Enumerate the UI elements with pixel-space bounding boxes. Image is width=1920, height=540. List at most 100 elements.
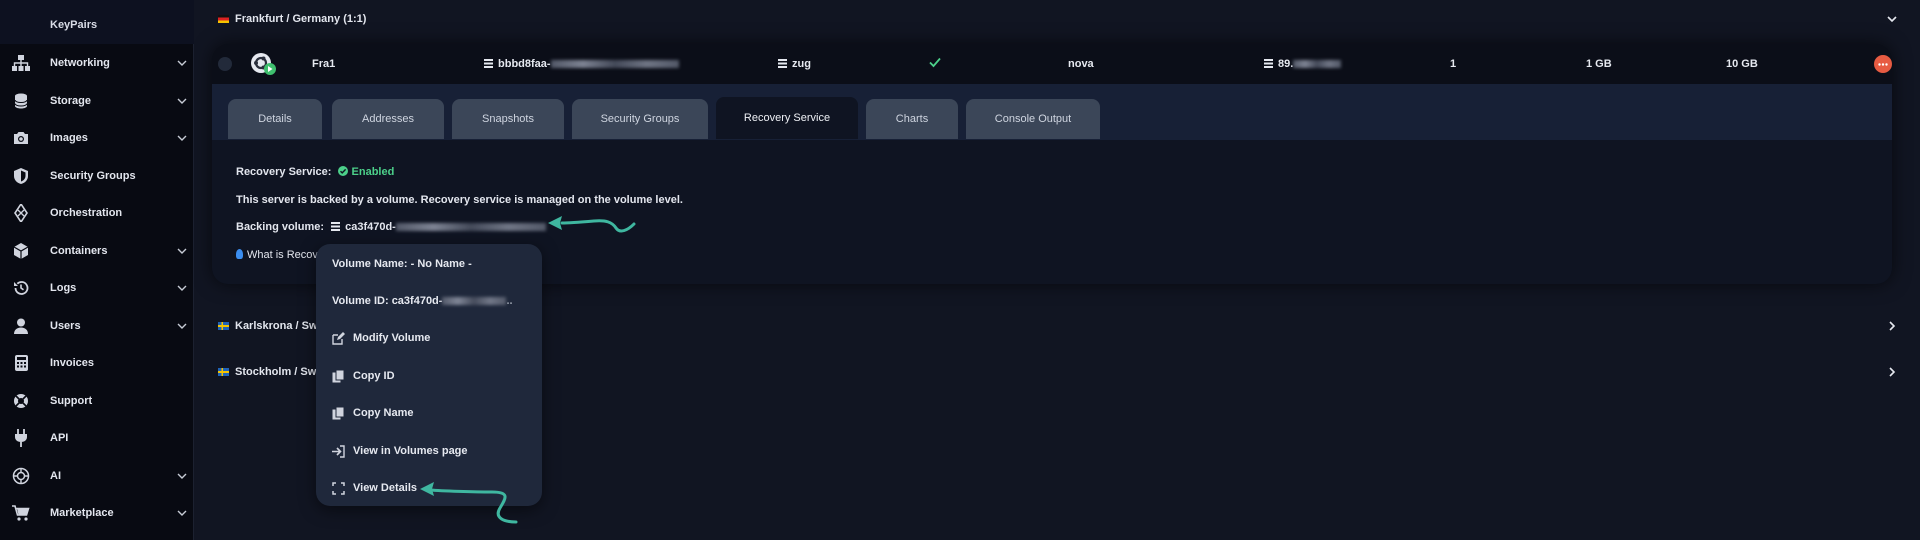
sidebar-item-support[interactable]: Support bbox=[0, 384, 194, 418]
copy-name-item[interactable]: Copy Name bbox=[332, 403, 414, 423]
sidebar-item-label: Marketplace bbox=[50, 507, 114, 519]
table-icon bbox=[331, 222, 341, 231]
shield-icon bbox=[12, 167, 30, 185]
sidebar-item-label: Storage bbox=[50, 95, 91, 107]
what-is-recovery-link[interactable]: What is Recov bbox=[236, 249, 318, 261]
select-checkbox[interactable] bbox=[218, 57, 232, 71]
table-icon bbox=[778, 59, 787, 68]
chevron-down-icon bbox=[177, 135, 187, 141]
sweden-flag-icon bbox=[218, 322, 229, 330]
view-in-volumes-page-item[interactable]: View in Volumes page bbox=[332, 441, 468, 461]
check-circle-icon bbox=[338, 166, 349, 176]
sidebar-item-images[interactable]: Images bbox=[0, 121, 194, 155]
recovery-status-line: Recovery Service: Enabled bbox=[236, 166, 395, 178]
cart-icon bbox=[12, 504, 30, 522]
sidebar-item-label: Containers bbox=[50, 245, 108, 257]
server-row[interactable]: Fra1 bbbd8faa- zug nova 89. 1 1 GB 10 GB bbox=[212, 44, 1892, 84]
chevron-right-icon[interactable] bbox=[1886, 320, 1898, 332]
tab-security-groups[interactable]: Security Groups bbox=[572, 99, 708, 139]
chevron-down-icon[interactable] bbox=[1886, 13, 1898, 25]
view-details-item[interactable]: View Details bbox=[332, 478, 417, 498]
sidebar-item-marketplace[interactable]: Marketplace bbox=[0, 496, 194, 530]
lightbulb-icon bbox=[236, 249, 243, 259]
backing-volume-line: Backing volume: ca3f470d- bbox=[236, 221, 546, 233]
ellipsis-icon bbox=[1878, 62, 1888, 66]
sidebar-item-users[interactable]: Users bbox=[0, 309, 194, 343]
copy-icon bbox=[332, 369, 345, 383]
sidebar-item-label: API bbox=[50, 432, 69, 444]
copy-icon bbox=[332, 406, 345, 420]
sidebar-item-label: Users bbox=[50, 320, 81, 332]
check-icon bbox=[929, 56, 941, 71]
chevron-down-icon bbox=[177, 323, 187, 329]
sidebar-item-label: Images bbox=[50, 132, 88, 144]
server-project[interactable]: zug bbox=[778, 58, 811, 70]
sidebar-item-ai[interactable]: AI bbox=[0, 459, 194, 493]
chevron-down-icon bbox=[177, 248, 187, 254]
user-icon bbox=[12, 317, 30, 335]
sidebar-item-security-groups[interactable]: Security Groups bbox=[0, 159, 194, 193]
sidebar-item-label: Invoices bbox=[50, 357, 95, 369]
volume-context-menu: Volume Name: - No Name - Volume ID: ca3f… bbox=[316, 244, 542, 506]
sign-in-icon bbox=[332, 444, 345, 458]
tab-snapshots[interactable]: Snapshots bbox=[452, 99, 564, 139]
table-icon bbox=[1264, 59, 1273, 68]
sidebar-item-label: KeyPairs bbox=[50, 19, 98, 31]
region-name: Frankfurt / Germany (1:1) bbox=[235, 13, 367, 25]
sidebar-item-api[interactable]: API bbox=[0, 421, 194, 455]
server-hypervisor: nova bbox=[1068, 58, 1094, 70]
history-icon bbox=[12, 279, 30, 297]
orchestration-icon bbox=[12, 204, 30, 222]
camera-icon bbox=[12, 129, 30, 147]
sidebar-item-containers[interactable]: Containers bbox=[0, 234, 194, 268]
sweden-flag-icon bbox=[218, 368, 229, 376]
plug-icon bbox=[12, 429, 30, 447]
recovery-note: This server is backed by a volume. Recov… bbox=[236, 194, 683, 206]
server-id[interactable]: bbbd8faa- bbox=[484, 58, 679, 70]
sidebar-item-label: AI bbox=[50, 470, 61, 482]
chevron-down-icon bbox=[177, 60, 187, 66]
region-row-frankfurt[interactable]: Frankfurt / Germany (1:1) bbox=[218, 5, 1898, 33]
table-icon bbox=[484, 59, 493, 68]
tab-details[interactable]: Details bbox=[228, 99, 322, 139]
copy-id-item[interactable]: Copy ID bbox=[332, 366, 395, 386]
more-actions-button[interactable] bbox=[1874, 55, 1892, 73]
tab-addresses[interactable]: Addresses bbox=[332, 99, 444, 139]
ai-icon bbox=[12, 467, 30, 485]
chevron-right-icon[interactable] bbox=[1886, 366, 1898, 378]
sidebar-item-logs[interactable]: Logs bbox=[0, 271, 194, 305]
tab-recovery-service[interactable]: Recovery Service bbox=[716, 97, 858, 139]
server-ip[interactable]: 89. bbox=[1264, 58, 1342, 70]
chevron-down-icon bbox=[177, 473, 187, 479]
backing-volume-id[interactable]: ca3f470d- bbox=[331, 221, 546, 233]
tab-console-output[interactable]: Console Output bbox=[966, 99, 1100, 139]
sidebar-item-label: Logs bbox=[50, 282, 77, 294]
sidebar-item-storage[interactable]: Storage bbox=[0, 84, 194, 118]
server-ram: 1 GB bbox=[1586, 58, 1612, 70]
server-name: Fra1 bbox=[312, 58, 336, 70]
sidebar-item-label: Networking bbox=[50, 57, 110, 69]
database-icon bbox=[12, 92, 30, 110]
annotation-arrow-view-details bbox=[420, 482, 518, 524]
region-name: Stockholm / Sw bbox=[235, 366, 317, 378]
cube-icon bbox=[12, 242, 30, 260]
sidebar: KeyPairs Networking Storage Images Secur… bbox=[0, 0, 194, 540]
chevron-down-icon bbox=[177, 98, 187, 104]
sidebar-item-label: Support bbox=[50, 395, 93, 407]
sidebar-item-label: Orchestration bbox=[50, 207, 123, 219]
menu-volume-id: Volume ID: ca3f470d-.. bbox=[332, 295, 513, 307]
sidebar-item-orchestration[interactable]: Orchestration bbox=[0, 196, 194, 230]
menu-volume-name: Volume Name: - No Name - bbox=[332, 258, 472, 270]
calculator-icon bbox=[12, 354, 30, 372]
chevron-down-icon bbox=[177, 285, 187, 291]
annotation-arrow-volume bbox=[548, 216, 636, 233]
modify-volume-item[interactable]: Modify Volume bbox=[332, 328, 430, 348]
sidebar-item-label: Security Groups bbox=[50, 170, 136, 182]
sidebar-item-networking[interactable]: Networking bbox=[0, 46, 194, 80]
tab-charts[interactable]: Charts bbox=[866, 99, 958, 139]
ubuntu-os-icon bbox=[250, 52, 278, 76]
sidebar-item-keypairs[interactable]: KeyPairs bbox=[0, 0, 194, 44]
server-vcpus: 1 bbox=[1450, 58, 1457, 70]
sidebar-item-invoices[interactable]: Invoices bbox=[0, 346, 194, 380]
expand-icon bbox=[332, 481, 345, 495]
